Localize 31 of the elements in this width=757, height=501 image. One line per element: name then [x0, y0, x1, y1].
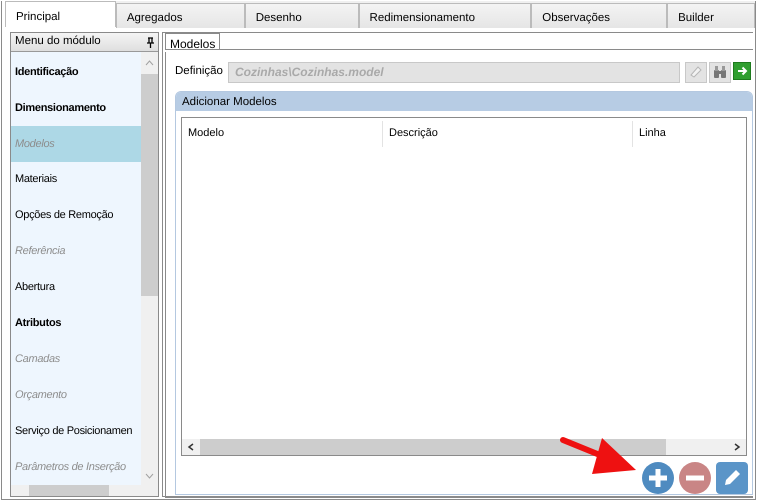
tab[interactable]: Observações	[531, 3, 668, 28]
tab[interactable]: Principal	[5, 1, 116, 27]
remove-icon[interactable]	[679, 462, 711, 494]
scroll-up-icon[interactable]	[145, 60, 154, 66]
tab[interactable]: Agregados	[116, 3, 245, 28]
menu-item[interactable]: Serviço de Posicionamen	[11, 413, 141, 450]
tab[interactable]: Redimensionamento	[358, 3, 532, 28]
binoculars-icon[interactable]	[709, 62, 731, 82]
menu-item[interactable]: Materiais	[11, 162, 141, 198]
pin-icon[interactable]	[147, 36, 154, 48]
column-header[interactable]: Modelo	[182, 121, 383, 147]
menu-item[interactable]: Identificação	[11, 54, 141, 90]
menu-item[interactable]: Abertura	[11, 270, 141, 306]
group-title: Adicionar Modelos	[176, 92, 752, 111]
tab[interactable]: Modelos	[165, 33, 220, 49]
vertical-scrollbar[interactable]	[141, 52, 158, 485]
edit-icon[interactable]	[716, 462, 748, 494]
horizontal-scrollbar[interactable]	[11, 485, 158, 496]
column-header[interactable]: Descrição	[383, 121, 633, 147]
menu-item[interactable]: Atributos	[11, 305, 141, 342]
eraser-icon[interactable]	[685, 62, 707, 82]
scroll-down-icon[interactable]	[145, 473, 154, 479]
tab[interactable]: Builder	[667, 3, 755, 28]
tab[interactable]: Desenho	[244, 3, 359, 28]
column-header[interactable]: Linha	[633, 121, 743, 147]
field-label: Definição	[175, 64, 223, 80]
menu-item[interactable]: Dimensionamento	[11, 90, 141, 126]
menu-item[interactable]: Opções de Remoção	[11, 198, 141, 234]
add-icon[interactable]	[642, 462, 674, 494]
horizontal-scrollbar[interactable]	[182, 439, 746, 455]
panel-title: Menu do módulo	[15, 34, 101, 50]
